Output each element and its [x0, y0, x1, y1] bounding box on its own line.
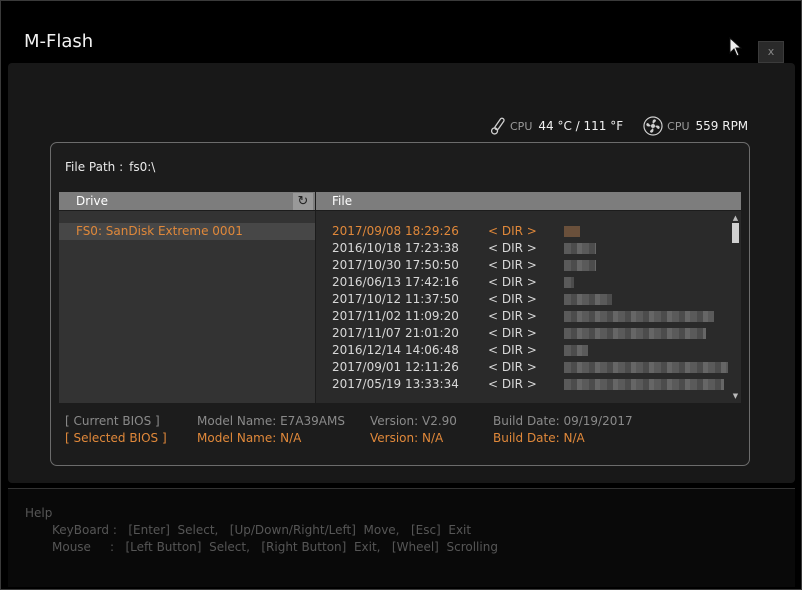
cpu-fan-speed: CPU 559 RPM	[643, 116, 748, 136]
close-button[interactable]: x	[758, 41, 784, 63]
file-name-blurred	[564, 277, 574, 288]
cpu-fan-label: CPU	[667, 119, 690, 133]
drive-item-fs0[interactable]: FS0: SanDisk Extreme 0001	[59, 223, 315, 240]
file-row[interactable]: 2016/10/18 17:23:38 < DIR >	[316, 240, 728, 257]
help-section: Help KeyBoard : [Enter] Select, [Up/Down…	[8, 488, 795, 587]
help-mouse: Mouse : [Left Button] Select, [Right But…	[52, 540, 498, 554]
file-type: < DIR >	[488, 343, 537, 357]
scroll-up-icon[interactable]: ▲	[731, 214, 740, 222]
selected-bios-model: Model Name: N/A	[197, 431, 302, 445]
help-title: Help	[25, 506, 53, 520]
file-date: 2017/10/12 11:37:50	[332, 292, 459, 306]
file-type: < DIR >	[488, 224, 537, 238]
file-name-blurred	[564, 345, 588, 356]
drive-header-label: Drive	[76, 194, 108, 208]
drive-item-label: FS0: SanDisk Extreme 0001	[76, 224, 243, 238]
refresh-button[interactable]: ↻	[293, 193, 313, 210]
file-type: < DIR >	[488, 292, 537, 306]
file-date: 2016/06/13 17:42:16	[332, 275, 459, 289]
current-bios-label: [ Current BIOS ]	[65, 414, 160, 428]
file-date: 2017/11/02 11:09:20	[332, 309, 459, 323]
file-row[interactable]: 2016/06/13 17:42:16 < DIR >	[316, 274, 728, 291]
file-header-label: File	[332, 194, 353, 208]
file-path-value: fs0:\	[129, 160, 156, 174]
fan-icon	[643, 116, 663, 136]
file-row[interactable]: 2017/11/07 21:01:20 < DIR >	[316, 325, 728, 342]
current-bios-model: Model Name: E7A39AMS	[197, 414, 345, 428]
file-date: 2017/05/19 13:33:34	[332, 377, 459, 391]
file-date: 2016/12/14 14:06:48	[332, 343, 459, 357]
sensor-readout: CPU 44 °C / 111 °F CPU 559 RPM	[490, 116, 768, 136]
file-date: 2017/11/07 21:01:20	[332, 326, 459, 340]
file-row[interactable]: 2017/09/01 12:11:26 < DIR >	[316, 359, 728, 376]
cpu-temperature: CPU 44 °C / 111 °F	[490, 116, 623, 136]
help-keyboard: KeyBoard : [Enter] Select, [Up/Down/Righ…	[52, 523, 472, 537]
file-date: 2017/09/08 18:29:26	[332, 224, 459, 238]
file-type: < DIR >	[488, 377, 537, 391]
thermometer-icon	[490, 117, 505, 135]
scrollbar-thumb[interactable]	[732, 223, 739, 243]
file-name-blurred	[564, 328, 706, 339]
file-column-header: File	[316, 192, 741, 210]
file-list[interactable]: 2017/09/08 18:29:26 < DIR > 2016/10/18 1…	[316, 211, 741, 403]
selected-bios-label: [ Selected BIOS ]	[65, 431, 167, 445]
file-path-label: File Path :	[65, 160, 124, 174]
cpu-temp-value: 44 °C / 111 °F	[538, 119, 624, 133]
file-path: File Path : fs0:\	[65, 160, 155, 174]
current-bios-version: Version: V2.90	[370, 414, 457, 428]
file-name-blurred	[564, 226, 580, 237]
file-type: < DIR >	[488, 309, 537, 323]
refresh-icon: ↻	[297, 194, 309, 209]
drive-list[interactable]: FS0: SanDisk Extreme 0001	[59, 211, 315, 403]
file-name-blurred	[564, 379, 724, 390]
file-type: < DIR >	[488, 275, 537, 289]
file-list-scrollbar[interactable]: ▲ ▼	[731, 214, 740, 402]
file-type: < DIR >	[488, 258, 537, 272]
file-name-blurred	[564, 294, 612, 305]
selected-bios-build-date: Build Date: N/A	[493, 431, 585, 445]
file-row[interactable]: 2016/12/14 14:06:48 < DIR >	[316, 342, 728, 359]
file-name-blurred	[564, 243, 596, 254]
file-row[interactable]: 2017/09/08 18:29:26 < DIR >	[316, 223, 728, 240]
selected-bios-version: Version: N/A	[370, 431, 444, 445]
file-type: < DIR >	[488, 326, 537, 340]
file-date: 2017/09/01 12:11:26	[332, 360, 459, 374]
file-row[interactable]: 2017/10/12 11:37:50 < DIR >	[316, 291, 728, 308]
file-name-blurred	[564, 260, 596, 271]
scroll-down-icon[interactable]: ▼	[731, 392, 740, 400]
file-row[interactable]: 2017/05/19 13:33:34 < DIR >	[316, 376, 728, 393]
file-type: < DIR >	[488, 241, 537, 255]
current-bios-build-date: Build Date: 09/19/2017	[493, 414, 633, 428]
window-title: M-Flash	[24, 31, 94, 52]
cpu-fan-value: 559 RPM	[695, 119, 749, 133]
file-row[interactable]: 2017/10/30 17:50:50 < DIR >	[316, 257, 728, 274]
file-date: 2016/10/18 17:23:38	[332, 241, 459, 255]
file-name-blurred	[564, 362, 728, 373]
mouse-cursor-icon	[729, 37, 743, 57]
file-row[interactable]: 2017/11/02 11:09:20 < DIR >	[316, 308, 728, 325]
file-date: 2017/10/30 17:50:50	[332, 258, 459, 272]
cpu-temp-label: CPU	[510, 119, 533, 133]
file-type: < DIR >	[488, 360, 537, 374]
file-name-blurred	[564, 311, 714, 322]
drive-column-header: Drive	[59, 192, 315, 210]
